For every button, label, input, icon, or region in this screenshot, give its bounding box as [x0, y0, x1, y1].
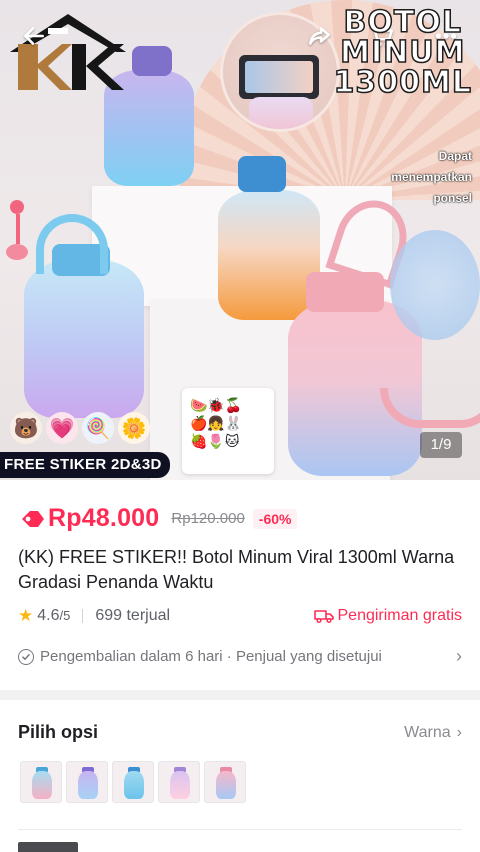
section-divider	[0, 690, 480, 700]
heart-sticker-icon: 💗	[46, 412, 78, 444]
swatch-bottle	[32, 771, 52, 799]
chevron-right-icon: ›	[456, 723, 462, 741]
rating-max: /5	[59, 608, 71, 623]
promo-title: BOTOL MINUM 1300ML	[333, 5, 472, 100]
bear-sticker-icon: 🐻	[10, 412, 42, 444]
promo-subtitle-line: ponsel	[433, 191, 472, 205]
promo-title-line: 1300ML	[333, 65, 472, 100]
return-policy-row[interactable]: Pengembalian dalam 6 hari · Penjual yang…	[18, 646, 462, 667]
next-section-heading	[18, 842, 78, 852]
swatch-bottle	[124, 771, 144, 799]
bottle-blue-lilac	[24, 260, 144, 418]
image-counter: 1/9	[420, 432, 462, 458]
free-shipping-badge[interactable]: Pengiriman gratis	[313, 607, 463, 625]
free-shipping-label: Pengiriman gratis	[337, 607, 463, 624]
swatch-bottle	[216, 771, 236, 799]
sticker-preview-row: 🐻 💗 🍭 🌼	[10, 412, 150, 444]
sticker-sheet: 🍉🐞🍒 🍎👧🐰 🍓🌷🐱	[182, 388, 274, 474]
rating[interactable]: 4.6/5	[37, 607, 70, 625]
promo-title-line: MINUM	[339, 35, 466, 70]
star-icon: ★	[18, 606, 34, 625]
discount-badge: -60%	[252, 508, 298, 529]
option-title: Pilih opsi	[18, 722, 99, 742]
rating-value: 4.6	[37, 607, 60, 624]
variant-swatch[interactable]	[66, 761, 108, 803]
flash-sale-tag-icon	[22, 510, 44, 527]
product-title: (KK) FREE STIKER!! Botol Minum Viral 130…	[18, 547, 455, 592]
variant-swatch[interactable]	[20, 761, 62, 803]
option-attribute: Warna ›	[404, 724, 462, 742]
lollipop-sticker-icon: 🍭	[82, 412, 114, 444]
variant-swatch[interactable]	[204, 761, 246, 803]
divider	[82, 609, 84, 623]
promo-title-line: BOTOL	[343, 5, 462, 40]
return-policy-text: Pengembalian dalam 6 hari · Penjual yang…	[40, 648, 382, 665]
option-selector-header[interactable]: Pilih opsi Warna ›	[18, 722, 462, 743]
variant-swatch-list	[20, 761, 246, 803]
original-price: Rp120.000	[171, 510, 245, 527]
bottle-cap	[132, 46, 172, 76]
bottle-cap	[238, 156, 286, 192]
promo-subtitle-line: Dapat	[438, 149, 472, 163]
product-image-carousel[interactable]: BOTOL MINUM 1300ML Dapat menempatkan pon…	[0, 0, 480, 480]
variant-swatch[interactable]	[112, 761, 154, 803]
swatch-bottle	[170, 771, 190, 799]
section-separator	[18, 829, 462, 830]
swatch-bottle	[78, 771, 98, 799]
promo-subtitle-line: menempatkan	[391, 170, 472, 184]
variant-swatch[interactable]	[158, 761, 200, 803]
price-row: Rp48.000 Rp120.000 -60%	[18, 504, 298, 533]
bottle-blue-orange	[218, 190, 320, 320]
chevron-right-icon: ›	[456, 646, 462, 666]
flamingo-decoration	[6, 200, 28, 260]
rating-sales-row: ★ 4.6/5 699 terjual Pengiriman gratis	[18, 606, 462, 626]
current-price: Rp48.000	[48, 504, 160, 532]
flower-sticker-icon: 🌼	[118, 412, 150, 444]
option-attribute-label: Warna	[404, 723, 451, 741]
truck-icon	[313, 610, 334, 624]
back-arrow-icon[interactable]	[16, 18, 52, 54]
promo-subtitle: Dapat menempatkan ponsel	[372, 146, 472, 209]
check-circle-icon	[18, 648, 34, 665]
bottle-blue-back	[390, 230, 480, 340]
free-sticker-banner: FREE STIKER 2D&3D	[0, 452, 170, 478]
sold-count: 699 terjual	[95, 607, 171, 624]
